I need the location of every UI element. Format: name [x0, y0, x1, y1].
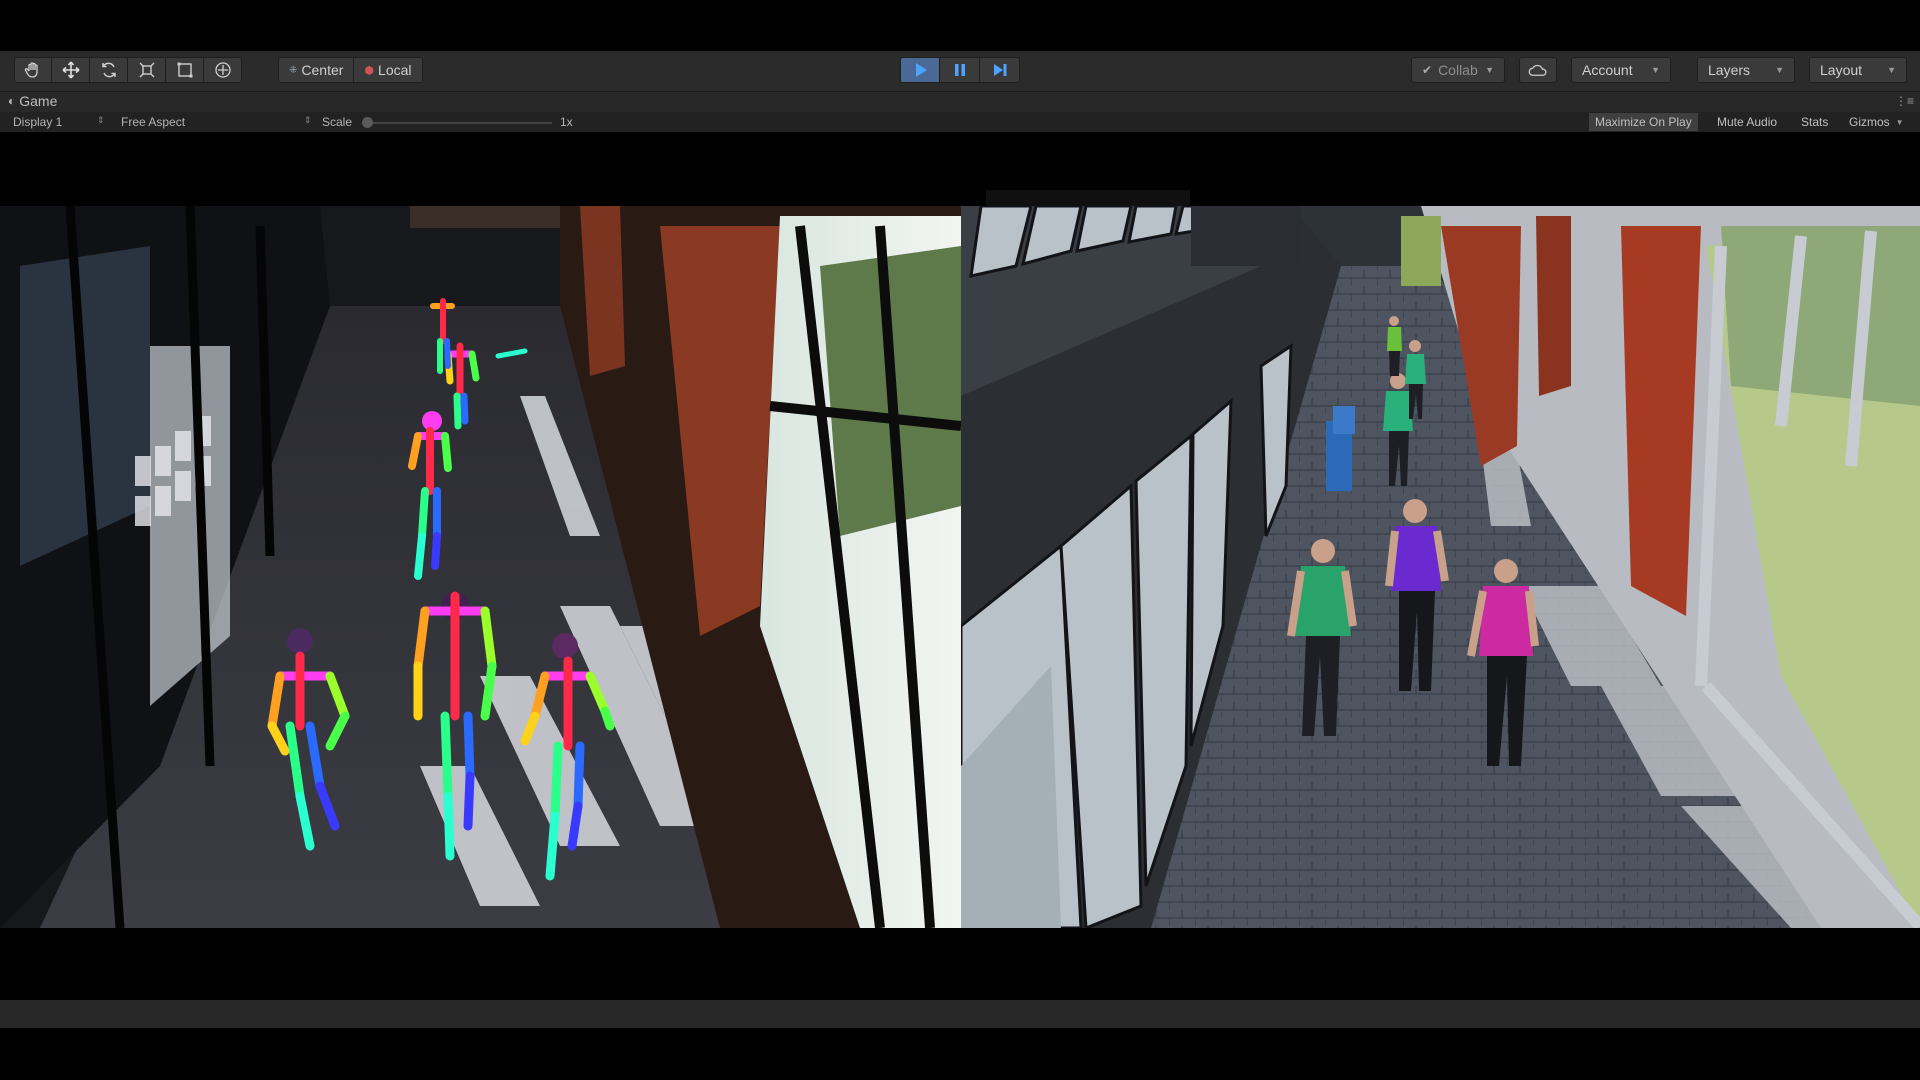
rotate-icon — [101, 62, 116, 78]
display-select[interactable]: Display 1 — [13, 115, 62, 129]
step-icon — [993, 64, 1006, 76]
playback-group — [900, 57, 1020, 83]
gizmos-dropdown[interactable]: Gizmos ▼ — [1843, 113, 1910, 131]
pacman-icon: ◐ — [8, 94, 16, 108]
scale-slider[interactable] — [366, 122, 552, 124]
chevron-down-icon: ▼ — [1651, 65, 1660, 75]
aspect-select-arrows-icon: ⇕ — [304, 115, 312, 125]
maximize-on-play-toggle[interactable]: Maximize On Play — [1589, 113, 1698, 131]
panel-menu-icon[interactable]: ⋮≡ — [1895, 94, 1914, 108]
cloud-button[interactable] — [1519, 57, 1557, 83]
scale-tool-button[interactable] — [128, 57, 166, 83]
play-button[interactable] — [900, 57, 940, 83]
transform-tools-group — [14, 57, 242, 83]
scale-slider-thumb[interactable] — [362, 117, 373, 128]
game-tab-bar: ◐ Game ⋮≡ — [0, 92, 1920, 112]
tab-game[interactable]: ◐ Game — [8, 93, 57, 109]
pivot-group: ⁜ Center ⬢ Local — [278, 57, 423, 83]
pivot-center-button[interactable]: ⁜ Center — [278, 57, 355, 83]
layers-dropdown[interactable]: Layers ▼ — [1697, 57, 1795, 83]
layout-label: Layout — [1820, 62, 1863, 78]
local-space-icon: ⬢ — [364, 64, 375, 77]
move-tool-button[interactable] — [52, 57, 90, 83]
simulated-corridor-scene — [961, 206, 1920, 928]
account-label: Account — [1582, 62, 1633, 78]
mute-audio-toggle[interactable]: Mute Audio — [1711, 113, 1783, 131]
collab-label: Collab — [1438, 62, 1478, 78]
real-corridor-scene — [0, 206, 961, 928]
step-button[interactable] — [980, 57, 1020, 83]
rect-tool-button[interactable] — [166, 57, 204, 83]
rect-tool-icon — [177, 62, 192, 78]
play-icon — [916, 63, 927, 77]
scale-value: 1x — [560, 115, 573, 129]
tab-game-label: Game — [19, 93, 58, 109]
pivot-local-button[interactable]: ⬢ Local — [354, 57, 423, 83]
transform-tool-button[interactable] — [204, 57, 242, 83]
pivot-icon: ⁜ — [289, 64, 298, 76]
hand-tool-button[interactable] — [14, 57, 52, 83]
cloud-icon — [1528, 64, 1547, 76]
simulation-view — [961, 206, 1920, 928]
layout-dropdown[interactable]: Layout ▼ — [1809, 57, 1907, 83]
layers-label: Layers — [1708, 62, 1751, 78]
rotate-tool-button[interactable] — [90, 57, 128, 83]
check-icon: ✔ — [1422, 63, 1433, 77]
chevron-down-icon: ▼ — [1775, 65, 1784, 75]
transform-tool-icon — [214, 62, 231, 78]
hand-icon — [24, 62, 38, 78]
scale-label: Scale — [322, 115, 353, 129]
space-label: Local — [378, 62, 412, 78]
pause-button[interactable] — [940, 57, 980, 83]
chevron-down-icon: ▼ — [1485, 65, 1494, 75]
account-dropdown[interactable]: Account ▼ — [1571, 57, 1671, 83]
window-top-bar — [0, 0, 1920, 51]
aspect-select[interactable]: Free Aspect — [121, 115, 185, 129]
stats-toggle[interactable]: Stats — [1795, 113, 1834, 131]
real-footage-view — [0, 206, 961, 928]
collab-dropdown[interactable]: ✔ Collab ▼ — [1411, 57, 1505, 83]
bottom-status-strip — [0, 1000, 1920, 1028]
display-select-arrows-icon: ⇕ — [97, 115, 105, 125]
pivot-label: Center — [301, 62, 344, 78]
editor-toolbar: ⁜ Center ⬢ Local ✔ Collab ▼ Account ▼ La… — [0, 51, 1920, 92]
move-icon — [61, 61, 80, 79]
game-view-controls: Display 1 ⇕ Free Aspect ⇕ Scale 1x Maxim… — [0, 112, 1920, 132]
pause-icon — [954, 64, 965, 76]
overlay-label-bar — [986, 190, 1190, 206]
gizmos-label: Gizmos — [1849, 115, 1890, 129]
chevron-down-icon: ▼ — [1895, 117, 1904, 127]
chevron-down-icon: ▼ — [1887, 65, 1896, 75]
scale-icon — [139, 62, 154, 78]
